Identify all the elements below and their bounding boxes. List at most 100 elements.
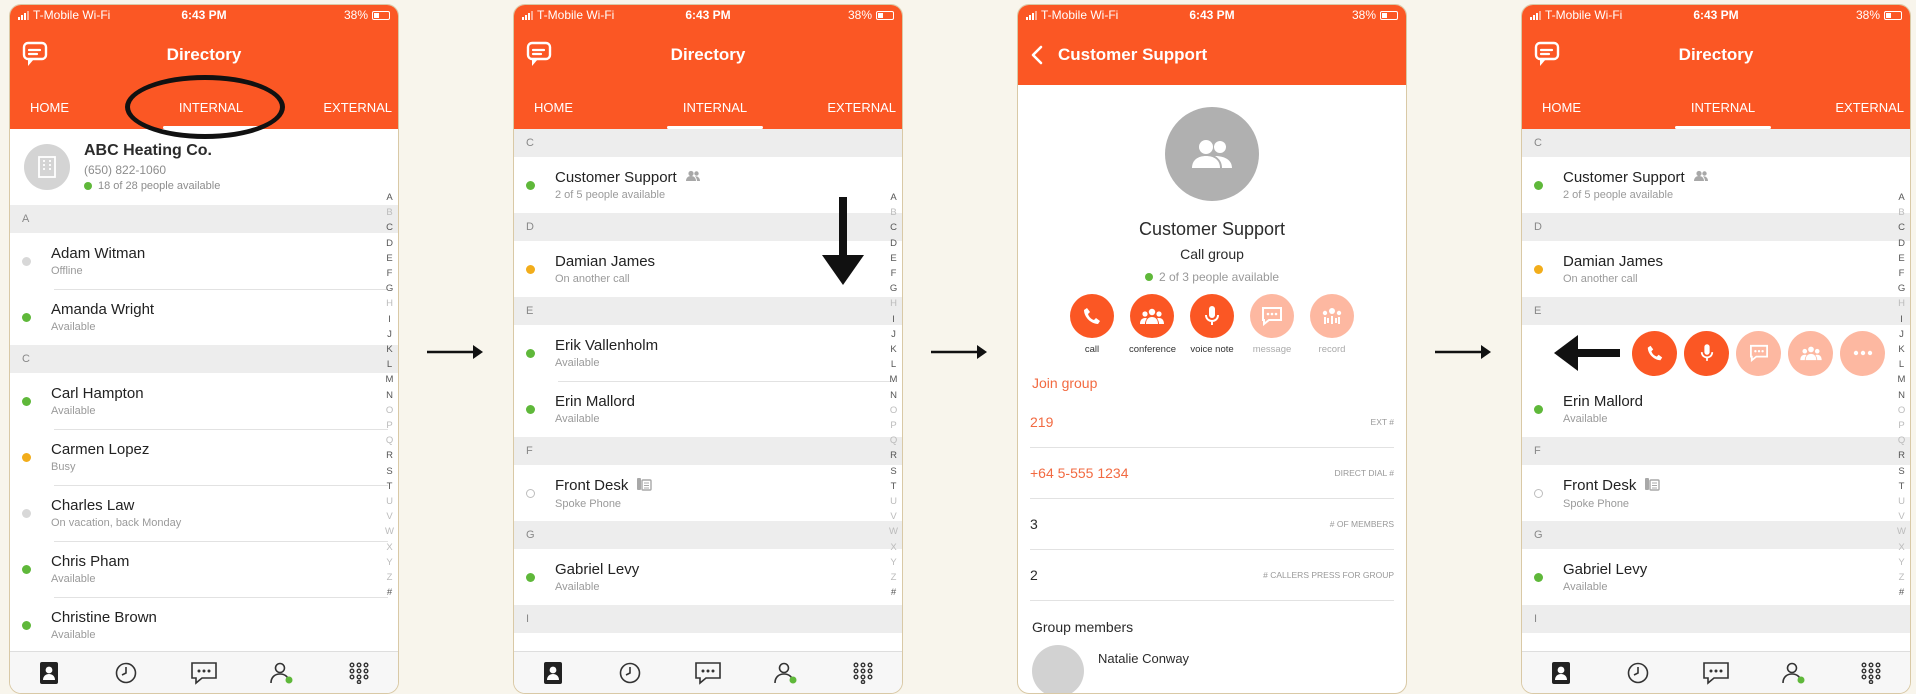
alphabet-index-letter[interactable]: E xyxy=(1898,251,1904,266)
list-item[interactable]: Chris Pham Available xyxy=(10,541,398,597)
alphabet-index-letter[interactable]: C xyxy=(890,220,897,235)
keypad-icon[interactable] xyxy=(843,653,883,693)
alphabet-index-letter[interactable]: V xyxy=(890,509,896,524)
direct-dial-value[interactable]: +64 5-555 1234 xyxy=(1030,465,1128,481)
messages-icon[interactable] xyxy=(688,653,728,693)
alphabet-index-letter[interactable]: K xyxy=(386,342,392,357)
directory-icon[interactable] xyxy=(29,653,69,693)
extension-value[interactable]: 219 xyxy=(1030,414,1053,430)
profile-status-icon[interactable] xyxy=(766,653,806,693)
alphabet-index-letter[interactable]: Z xyxy=(387,570,393,585)
alphabet-index[interactable]: A B C D E F G H I J K L M N O P Q R S T U V W X Y Z # xyxy=(889,190,898,600)
directory-icon[interactable] xyxy=(533,653,573,693)
member-item[interactable]: Natalie Conway xyxy=(1018,635,1406,693)
list-item[interactable]: Christine Brown Available xyxy=(10,597,398,651)
messages-icon[interactable] xyxy=(1696,653,1736,693)
alphabet-index-letter[interactable]: R xyxy=(890,448,897,463)
list-item[interactable]: Gabriel Levy Available xyxy=(1522,549,1910,605)
alphabet-index-letter[interactable]: E xyxy=(386,251,392,266)
list-item[interactable]: Carl Hampton Available xyxy=(10,373,398,429)
alphabet-index-letter[interactable]: F xyxy=(1899,266,1905,281)
tab-internal[interactable]: INTERNAL xyxy=(655,85,776,129)
alphabet-index-letter[interactable]: Z xyxy=(891,570,897,585)
profile-status-icon[interactable] xyxy=(1774,653,1814,693)
tab-external[interactable]: EXTERNAL xyxy=(271,85,398,129)
messages-icon[interactable] xyxy=(184,653,224,693)
list-item[interactable]: Damian James On another call xyxy=(1522,241,1910,297)
alphabet-index-letter[interactable]: H xyxy=(386,296,393,311)
alphabet-index-letter[interactable]: R xyxy=(1898,448,1905,463)
alphabet-index-letter[interactable]: L xyxy=(387,357,392,372)
alphabet-index-letter[interactable]: X xyxy=(386,540,392,555)
alphabet-index-letter[interactable]: R xyxy=(386,448,393,463)
alphabet-index-letter[interactable]: K xyxy=(890,342,896,357)
alphabet-index-letter[interactable]: F xyxy=(387,266,393,281)
join-group-link[interactable]: Join group xyxy=(1018,355,1406,391)
alphabet-index-letter[interactable]: D xyxy=(890,236,897,251)
alphabet-index-letter[interactable]: # xyxy=(891,585,896,600)
alphabet-index-letter[interactable]: L xyxy=(1899,357,1904,372)
tab-external[interactable]: EXTERNAL xyxy=(775,85,902,129)
swipe-more-button[interactable] xyxy=(1840,330,1885,376)
alphabet-index-letter[interactable]: B xyxy=(890,205,896,220)
alphabet-index-letter[interactable]: P xyxy=(890,418,896,433)
alphabet-index-letter[interactable]: C xyxy=(1898,220,1905,235)
alphabet-index-letter[interactable]: P xyxy=(1898,418,1904,433)
swipe-message-button[interactable] xyxy=(1736,330,1781,376)
alphabet-index-letter[interactable]: A xyxy=(1898,190,1904,205)
alphabet-index-letter[interactable]: X xyxy=(890,540,896,555)
alphabet-index-letter[interactable]: Y xyxy=(386,555,392,570)
recents-clock-icon[interactable] xyxy=(1618,653,1658,693)
swipe-actions-row[interactable] xyxy=(1522,325,1910,381)
alphabet-index-letter[interactable]: A xyxy=(386,190,392,205)
alphabet-index-letter[interactable]: J xyxy=(1899,327,1904,342)
keypad-icon[interactable] xyxy=(1851,653,1891,693)
alphabet-index-letter[interactable]: Y xyxy=(1898,555,1904,570)
list-item[interactable]: Erin Mallord Available xyxy=(1522,381,1910,437)
list-item[interactable]: Gabriel Levy Available xyxy=(514,549,902,605)
list-item[interactable]: Front Desk Spoke Phone xyxy=(1522,465,1910,521)
alphabet-index-letter[interactable]: O xyxy=(890,403,897,418)
list-item[interactable]: Amanda Wright Available xyxy=(10,289,398,345)
swipe-voice-note-button[interactable] xyxy=(1684,330,1729,376)
alphabet-index-letter[interactable]: I xyxy=(388,312,391,327)
list-item[interactable]: Front Desk Spoke Phone xyxy=(514,465,902,521)
alphabet-index-letter[interactable]: W xyxy=(889,524,898,539)
alphabet-index-letter[interactable]: T xyxy=(387,479,393,494)
directory-icon[interactable] xyxy=(1541,653,1581,693)
list-item[interactable]: Adam Witman Offline xyxy=(10,233,398,289)
alphabet-index-letter[interactable]: W xyxy=(1897,524,1906,539)
alphabet-index-letter[interactable]: T xyxy=(1899,479,1905,494)
alphabet-index-letter[interactable]: G xyxy=(890,281,897,296)
alphabet-index-letter[interactable]: C xyxy=(386,220,393,235)
list-item[interactable]: Carmen Lopez Busy xyxy=(10,429,398,485)
alphabet-index-letter[interactable]: J xyxy=(387,327,392,342)
alphabet-index-letter[interactable]: J xyxy=(891,327,896,342)
alphabet-index-letter[interactable]: D xyxy=(1898,236,1905,251)
call-action-button[interactable]: call xyxy=(1069,294,1115,355)
alphabet-index-letter[interactable]: H xyxy=(1898,296,1905,311)
alphabet-index-letter[interactable]: V xyxy=(386,509,392,524)
list-item[interactable]: Customer Support 2 of 5 people available xyxy=(1522,157,1910,213)
alphabet-index-letter[interactable]: I xyxy=(892,312,895,327)
swipe-conference-button[interactable] xyxy=(1788,330,1833,376)
alphabet-index-letter[interactable]: Q xyxy=(890,433,897,448)
alphabet-index-letter[interactable]: B xyxy=(1898,205,1904,220)
back-chevron-icon[interactable] xyxy=(1030,45,1044,65)
alphabet-index-letter[interactable]: M xyxy=(386,372,394,387)
alphabet-index-letter[interactable]: V xyxy=(1898,509,1904,524)
alphabet-index-letter[interactable]: Z xyxy=(1899,570,1905,585)
recents-clock-icon[interactable] xyxy=(106,653,146,693)
alphabet-index-letter[interactable]: W xyxy=(385,524,394,539)
alphabet-index-letter[interactable]: X xyxy=(1898,540,1904,555)
alphabet-index-letter[interactable]: F xyxy=(891,266,897,281)
keypad-icon[interactable] xyxy=(339,653,379,693)
alphabet-index-letter[interactable]: Q xyxy=(1898,433,1905,448)
conference-action-button[interactable]: conference xyxy=(1129,294,1176,355)
alphabet-index-letter[interactable]: D xyxy=(386,236,393,251)
alphabet-index-letter[interactable]: S xyxy=(1898,464,1904,479)
alphabet-index-letter[interactable]: S xyxy=(386,464,392,479)
swipe-call-button[interactable] xyxy=(1632,330,1677,376)
alphabet-index-letter[interactable]: O xyxy=(386,403,393,418)
voice-note-action-button[interactable]: voice note xyxy=(1189,294,1235,355)
